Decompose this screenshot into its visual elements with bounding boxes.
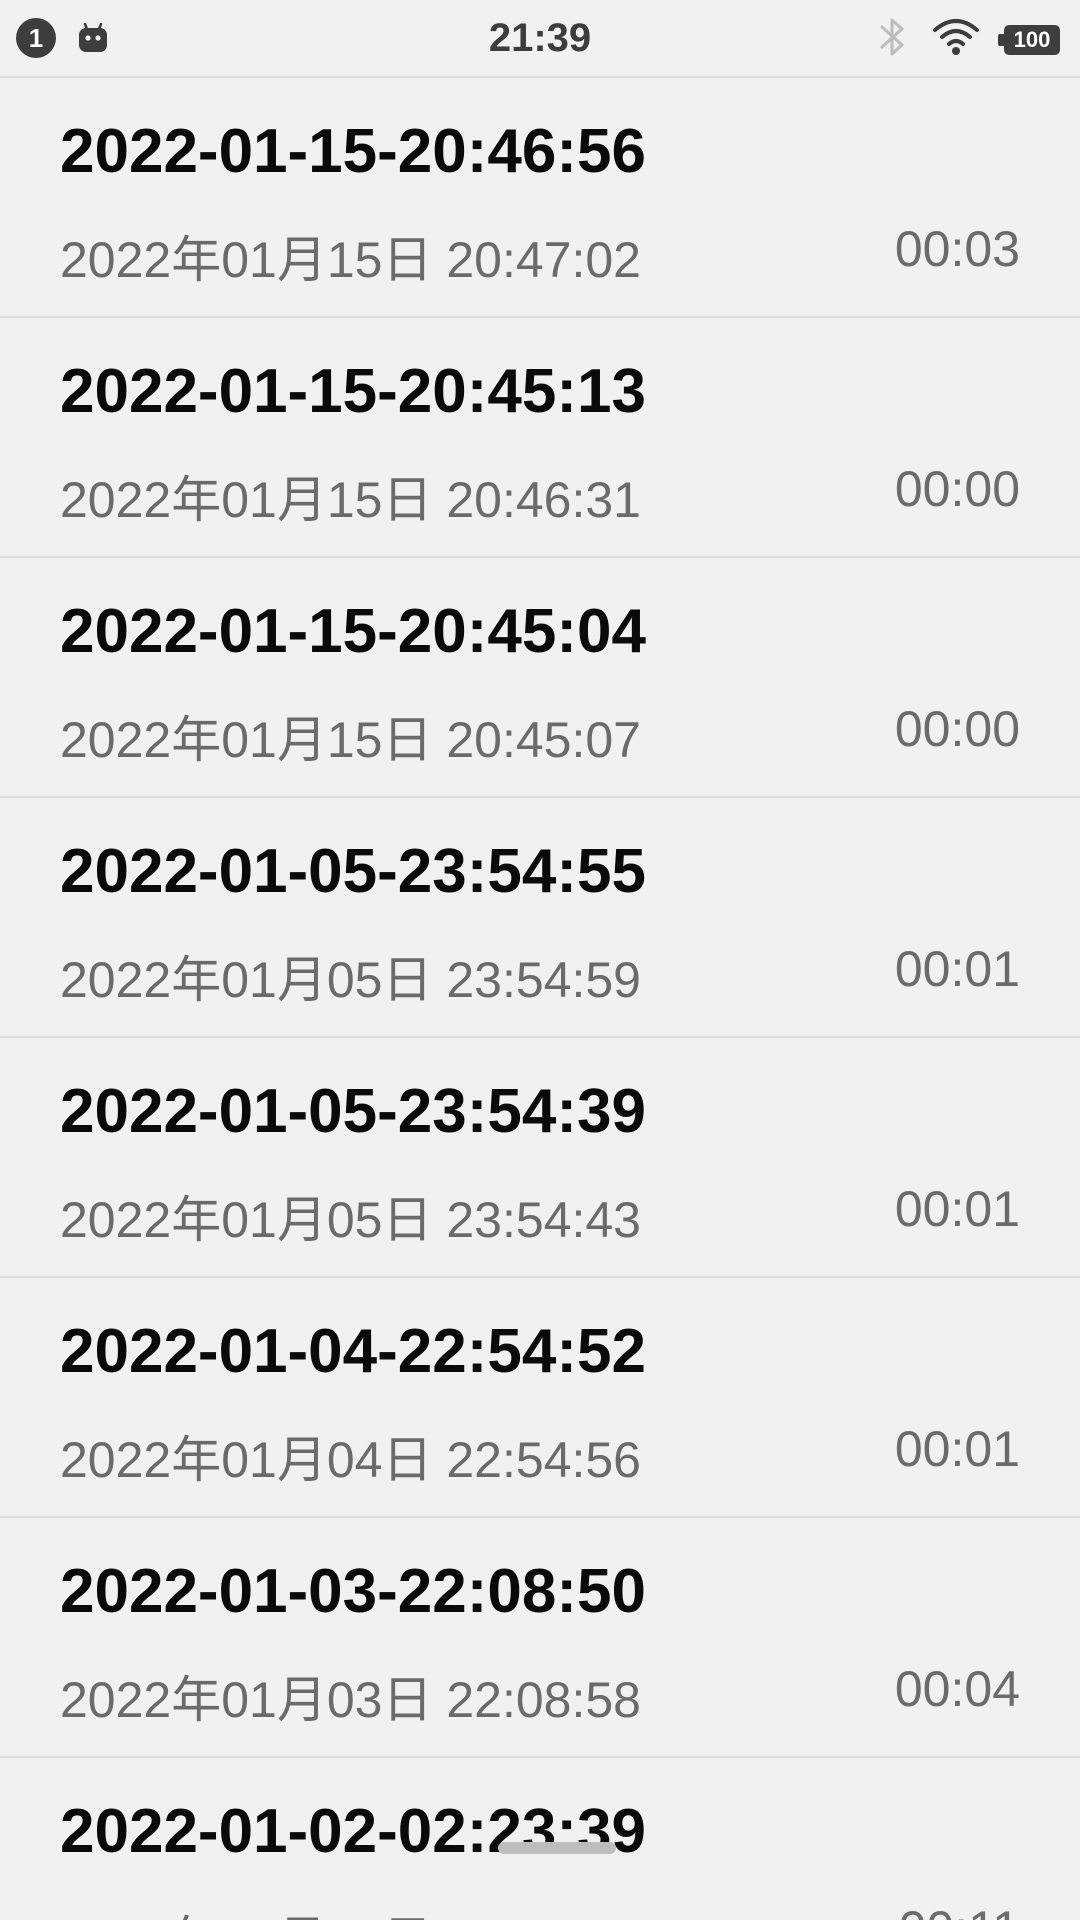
recording-duration: 00:03	[894, 221, 1020, 277]
scroll-indicator[interactable]	[498, 1842, 616, 1854]
recording-date: 2022年01月15日 20:46:31	[60, 472, 641, 528]
recording-list-item[interactable]: 2022-01-05-23:54:55 2022年01月05日 23:54:59…	[0, 798, 1080, 1038]
battery-icon: 100	[998, 24, 1060, 55]
recording-duration: 00:00	[894, 461, 1020, 517]
recording-list-item[interactable]: 2022-01-02-02:23:39 2022年01月02日 02:23:52…	[0, 1758, 1080, 1920]
recording-list-item[interactable]: 2022-01-03-22:08:50 2022年01月03日 22:08:58…	[0, 1518, 1080, 1758]
recording-duration: 00:01	[894, 941, 1020, 997]
recording-title: 2022-01-05-23:54:39	[60, 1077, 646, 1146]
recording-title: 2022-01-15-20:45:13	[60, 357, 646, 426]
recording-list[interactable]: 2022-01-15-20:46:56 2022年01月15日 20:47:02…	[0, 78, 1080, 1920]
bluetooth-icon	[878, 16, 908, 63]
recording-date: 2022年01月05日 23:54:43	[60, 1192, 641, 1248]
recording-list-item[interactable]: 2022-01-15-20:46:56 2022年01月15日 20:47:02…	[0, 78, 1080, 318]
recording-date: 2022年01月03日 22:08:58	[60, 1672, 641, 1728]
recording-date: 2022年01月04日 22:54:56	[60, 1432, 641, 1488]
status-right-group: 100	[878, 16, 1060, 63]
recording-list-item[interactable]: 2022-01-15-20:45:04 2022年01月15日 20:45:07…	[0, 558, 1080, 798]
recording-title: 2022-01-15-20:45:04	[60, 597, 646, 666]
recording-duration: 00:11	[899, 1900, 1020, 1920]
recording-title: 2022-01-03-22:08:50	[60, 1557, 646, 1626]
recording-date: 2022年01月15日 20:47:02	[60, 232, 641, 288]
recording-title: 2022-01-05-23:54:55	[60, 837, 646, 906]
recording-list-item[interactable]: 2022-01-05-23:54:39 2022年01月05日 23:54:43…	[0, 1038, 1080, 1278]
recording-title: 2022-01-15-20:46:56	[60, 117, 646, 186]
recording-duration: 00:01	[894, 1181, 1020, 1237]
recording-title: 2022-01-04-22:54:52	[60, 1317, 646, 1386]
recording-duration: 00:04	[894, 1661, 1020, 1717]
status-bar: 1 21:39 100	[0, 0, 1080, 78]
recording-title: 2022-01-02-02:23:39	[60, 1797, 646, 1866]
recording-list-item[interactable]: 2022-01-15-20:45:13 2022年01月15日 20:46:31…	[0, 318, 1080, 558]
recording-date: 2022年01月02日 02:23:52	[60, 1900, 641, 1920]
recording-date: 2022年01月15日 20:45:07	[60, 712, 641, 768]
recording-duration: 00:01	[894, 1421, 1020, 1477]
recording-duration: 00:00	[894, 701, 1020, 757]
recording-date: 2022年01月05日 23:54:59	[60, 952, 641, 1008]
wifi-icon	[932, 17, 980, 62]
recording-list-item[interactable]: 2022-01-04-22:54:52 2022年01月04日 22:54:56…	[0, 1278, 1080, 1518]
